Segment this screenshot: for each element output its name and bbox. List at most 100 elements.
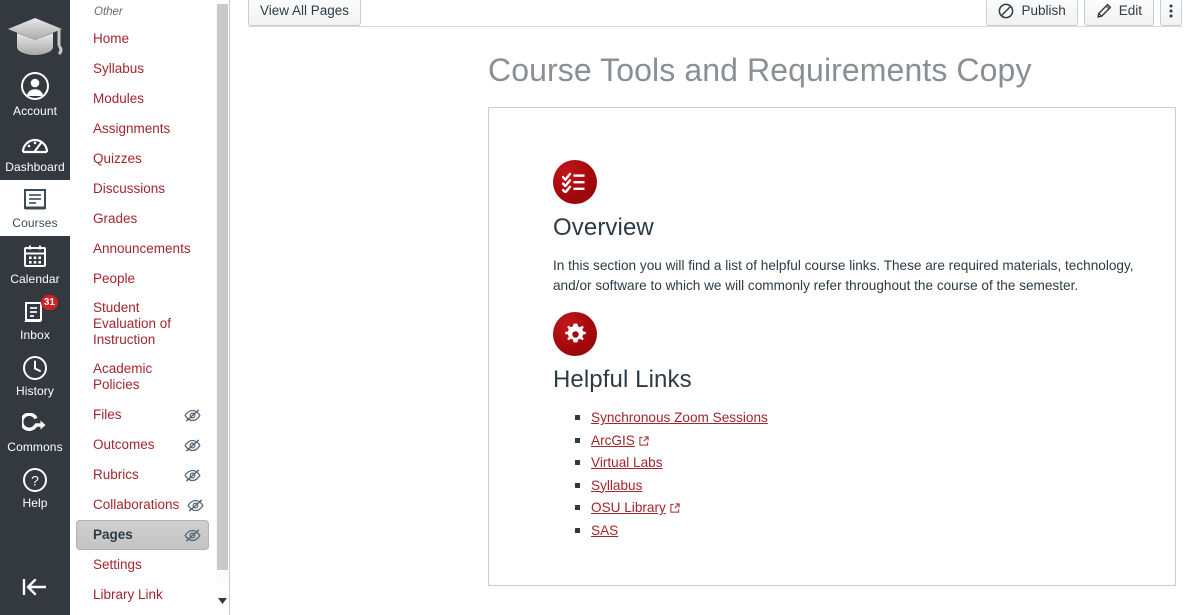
section-heading-helpful-links: Helpful Links [553, 366, 692, 393]
eye-slash-icon [187, 498, 204, 513]
edit-button-label: Edit [1118, 3, 1142, 18]
course-nav-item-student-evaluation-of-instruction[interactable]: Student Evaluation of Instruction [76, 294, 209, 354]
course-nav-item-quizzes[interactable]: Quizzes [76, 144, 209, 174]
course-nav-item-announcements[interactable]: Announcements [76, 234, 209, 264]
list-item: Virtual Labs [575, 453, 1149, 472]
global-navigation: Account Dashboard Courses Calendar 31 In… [0, 0, 70, 615]
course-nav-group-label: Other [94, 6, 123, 18]
course-nav-item-assignments[interactable]: Assignments [76, 114, 209, 144]
course-nav-item-discussions[interactable]: Discussions [76, 174, 209, 204]
course-nav-scrollbar[interactable] [215, 0, 229, 615]
helpful-link-arcgis[interactable]: ArcGIS [591, 433, 635, 448]
main-content: View All Pages Publish Edit Course Tools… [230, 0, 1194, 615]
checklist-icon [553, 160, 597, 204]
view-all-pages-button[interactable]: View All Pages [248, 0, 362, 26]
eye-slash-icon [184, 468, 201, 483]
course-nav-item-label: Student Evaluation of Instruction [93, 300, 172, 347]
edit-button[interactable]: Edit [1083, 0, 1154, 26]
unpublished-circle-slash-icon [998, 3, 1014, 19]
course-nav-item-label: Modules [93, 91, 145, 106]
graduation-cap-logo[interactable] [0, 0, 70, 68]
gear-icon [553, 312, 597, 356]
global-nav-item-inbox[interactable]: 31 Inbox [0, 292, 70, 348]
course-nav-item-label: Files [93, 407, 122, 422]
global-nav-item-calendar[interactable]: Calendar [0, 236, 70, 292]
course-nav-item-library-link[interactable]: Library Link [76, 580, 209, 610]
global-nav-item-help[interactable]: ? Help [0, 460, 70, 516]
publish-button-label: Publish [1021, 3, 1066, 18]
course-nav-item-label: Assignments [93, 121, 171, 136]
course-nav-item-label: Rubrics [93, 467, 139, 482]
course-nav-item-outcomes[interactable]: Outcomes [76, 430, 209, 460]
publish-button[interactable]: Publish [986, 0, 1078, 26]
course-nav-item-grades[interactable]: Grades [76, 204, 209, 234]
course-nav-item-collaborations[interactable]: Collaborations [76, 490, 209, 520]
help-question-icon: ? [22, 467, 48, 493]
page-content-card: Overview In this section you will find a… [488, 107, 1176, 586]
section-heading-overview: Overview [553, 214, 654, 241]
inbox-unread-badge: 31 [40, 295, 58, 310]
helpful-link-sas[interactable]: SAS [591, 523, 618, 538]
course-nav-item-academic-policies[interactable]: Academic Policies [76, 354, 209, 400]
global-nav-item-account[interactable]: Account [0, 68, 70, 124]
global-nav-label: Inbox [20, 328, 50, 342]
course-nav-item-rubrics[interactable]: Rubrics [76, 460, 209, 490]
global-nav-item-history[interactable]: History [0, 348, 70, 404]
course-nav-item-people[interactable]: People [76, 264, 209, 294]
helpful-link-osu-library[interactable]: OSU Library [591, 500, 666, 515]
list-item: OSU Library [575, 498, 1149, 517]
helpful-link-synchronous-zoom-sessions[interactable]: Synchronous Zoom Sessions [591, 410, 768, 425]
course-nav-scroll-area: Other Home Syllabus Modules Assignments Quiz… [70, 0, 215, 615]
global-nav-label: History [15, 384, 55, 398]
calendar-icon [22, 243, 48, 269]
more-options-kebab-icon[interactable] [1160, 0, 1182, 26]
global-nav-label: Dashboard [5, 160, 65, 174]
commons-icon [22, 411, 48, 437]
collapse-left-arrow-icon[interactable] [0, 559, 70, 615]
scrollbar-thumb[interactable] [217, 4, 228, 570]
course-nav-item-files[interactable]: Files [76, 400, 209, 430]
eye-slash-icon [184, 408, 201, 423]
global-nav-item-dashboard[interactable]: Dashboard [0, 124, 70, 180]
course-nav-item-label: Grades [93, 211, 138, 226]
global-nav-label: Commons [7, 440, 63, 454]
global-nav-label: Courses [12, 216, 58, 230]
course-nav-item-label: Outcomes [93, 437, 155, 452]
course-navigation: Other Home Syllabus Modules Assignments Quiz… [70, 0, 230, 615]
course-nav-item-settings[interactable]: Settings [76, 550, 209, 580]
helpful-link-virtual-labs[interactable]: Virtual Labs [591, 455, 663, 470]
global-nav-label: Calendar [10, 272, 60, 286]
course-nav-item-label: Academic Policies [93, 361, 153, 392]
external-link-icon [670, 503, 680, 513]
course-nav-item-label: Announcements [93, 241, 191, 256]
course-nav-item-label: Settings [93, 557, 142, 572]
course-nav-item-label: People [93, 271, 136, 286]
list-item: Syllabus [575, 476, 1149, 495]
course-nav-item-modules[interactable]: Modules [76, 84, 209, 114]
toolbar-actions: Publish Edit [986, 0, 1182, 26]
eye-slash-icon [184, 438, 201, 453]
course-nav-item-pages[interactable]: Pages [76, 520, 209, 550]
course-nav-item-syllabus[interactable]: Syllabus [76, 54, 209, 84]
toolbar-divider [248, 26, 1182, 27]
canvas-lms-page: Account Dashboard Courses Calendar 31 In… [0, 0, 1194, 615]
helpful-link-syllabus[interactable]: Syllabus [591, 478, 642, 493]
course-nav-item-home[interactable]: Home [76, 24, 209, 54]
course-nav-item-label: Home [93, 31, 130, 46]
course-nav-item-label: Discussions [93, 181, 166, 196]
list-item: SAS [575, 521, 1149, 540]
account-icon [20, 72, 50, 101]
history-clock-icon [22, 355, 48, 381]
global-nav-item-commons[interactable]: Commons [0, 404, 70, 460]
page-toolbar: View All Pages Publish Edit [230, 0, 1194, 27]
svg-text:?: ? [31, 473, 39, 489]
eye-slash-icon [184, 528, 201, 543]
dashboard-icon [20, 131, 50, 157]
global-nav-item-courses[interactable]: Courses [0, 180, 70, 236]
list-item: ArcGIS [575, 431, 1149, 450]
pencil-icon [1096, 3, 1112, 19]
scroll-down-arrow-icon[interactable] [216, 585, 229, 615]
course-nav-item-label: Pages [93, 527, 133, 542]
courses-icon [22, 187, 48, 213]
course-nav-list: Home Syllabus Modules Assignments Quizzes Dis… [70, 24, 215, 610]
